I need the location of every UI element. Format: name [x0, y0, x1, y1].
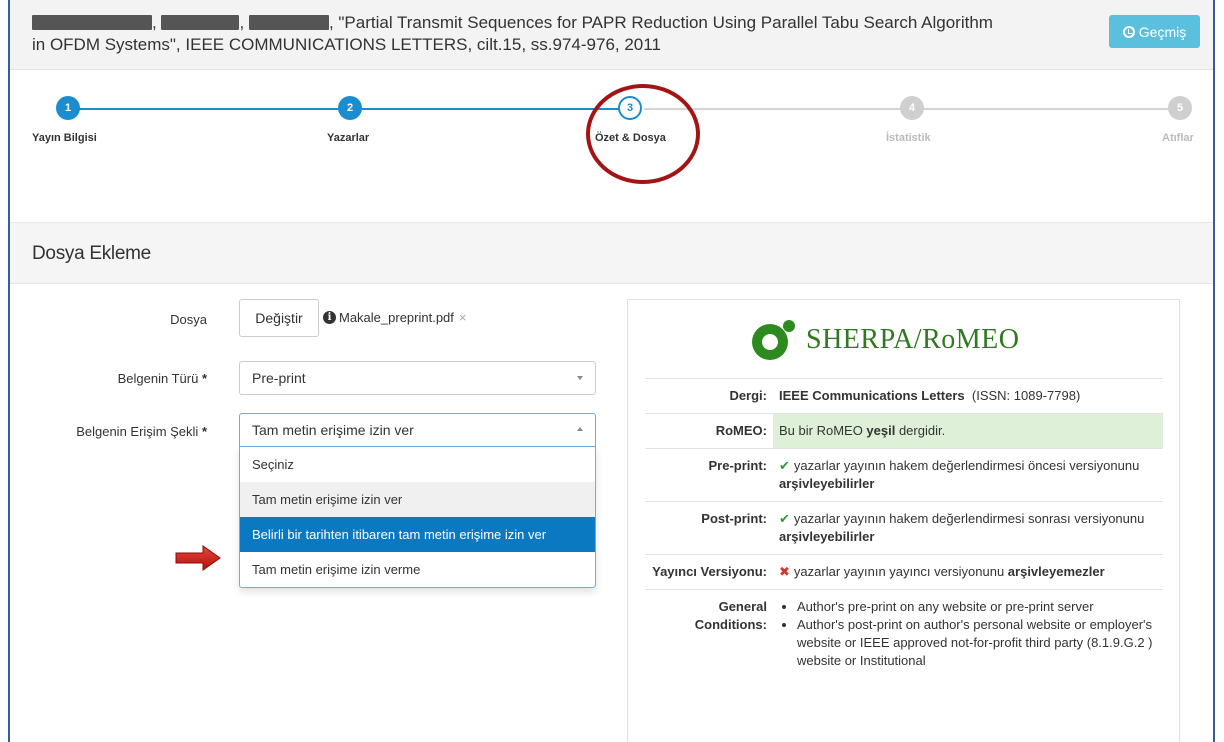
title-text-line2: in OFDM Systems", IEEE COMMUNICATIONS LE… [32, 35, 661, 54]
access-label-text: Belgenin Erişim Şekli [76, 424, 199, 439]
preprint-verdict: arşivleyebilirler [779, 476, 875, 491]
step-wizard: 1 Yayın Bilgisi 2 Yazarlar 3 Özet & Dosy… [10, 70, 1213, 222]
romeo-color: yeşil [866, 423, 896, 438]
history-button[interactable]: Geçmiş [1109, 15, 1200, 48]
romeo-text: dergidir. [895, 423, 946, 438]
row-key: Pre-print: [645, 448, 773, 502]
romeo-logo-icon [752, 320, 795, 360]
sherpa-romeo-panel: SHERPA/RoMEO Dergi: IEEE Communications … [627, 299, 1180, 742]
doc-type-value: Pre-print [252, 370, 306, 386]
row-value: ✖ yazarlar yayının yayıncı versiyonunu ar… [773, 554, 1163, 590]
table-row: Yayıncı Versiyonu: ✖ yazarlar yayının yay… [645, 554, 1163, 590]
title-separator: , [239, 13, 245, 32]
access-option[interactable]: Seçiniz [240, 447, 595, 482]
table-row: Post-print: ✔ yazarlar yayının hakem değe… [645, 501, 1163, 555]
preprint-text: yazarlar yayının hakem değerlendirmesi ö… [793, 458, 1140, 473]
step-1-circle[interactable]: 1 [56, 96, 80, 120]
history-button-label: Geçmiş [1138, 23, 1187, 40]
row-key: Dergi: [645, 378, 773, 414]
romeo-status: Bu bir RoMEO yeşil dergidir. [773, 413, 1163, 449]
table-row: Dergi: IEEE Communications Letters (ISSN… [645, 378, 1163, 414]
publication-title: , , , "Partial Transmit Sequences for PA… [32, 12, 1092, 56]
remove-file-icon[interactable]: × [459, 310, 467, 325]
step-2-circle[interactable]: 2 [338, 96, 362, 120]
row-key: General Conditions: [645, 589, 773, 678]
info-icon: i [323, 311, 336, 324]
access-option[interactable]: Tam metin erişime izin verme [240, 552, 595, 587]
access-select[interactable]: Tam metin erişime izin ver [239, 413, 596, 447]
doc-type-select[interactable]: Pre-print [239, 361, 596, 395]
postprint-text: yazarlar yayının hakem değerlendirmesi s… [793, 511, 1145, 526]
cross-icon: ✖ [779, 564, 790, 579]
doc-type-label: Belgenin Türü * [10, 371, 207, 386]
required-mark: * [201, 424, 207, 439]
redacted-author-1 [32, 15, 152, 30]
access-label: Belgenin Erişim Şekli * [10, 424, 207, 439]
publisher-verdict: arşivleyemezler [1007, 564, 1105, 579]
clock-icon [1122, 25, 1135, 38]
step-4-circle[interactable]: 4 [900, 96, 924, 120]
annotation-arrow-icon [175, 545, 221, 571]
publisher-text: yazarlar yayının yayıncı versiyonunu [793, 564, 1008, 579]
step-4-label[interactable]: İstatistik [886, 132, 931, 144]
file-label: Dosya [170, 312, 207, 327]
logo-text: SHERPA/RoMEO [806, 324, 1020, 355]
panel-title: Dosya Ekleme [32, 243, 151, 264]
file-info: i Makale_preprint.pdf × [323, 310, 467, 325]
row-value: ✔ yazarlar yayının hakem değerlendirmesi … [773, 448, 1163, 502]
access-option[interactable]: Tam metin erişime izin ver [240, 482, 595, 517]
romeo-text: Bu bir RoMEO [779, 423, 867, 438]
annotation-highlight-circle [586, 84, 700, 184]
sherpa-romeo-logo: SHERPA/RoMEO [748, 318, 1019, 362]
access-dropdown-menu: Seçiniz Tam metin erişime izin ver Belir… [239, 447, 596, 588]
table-row: General Conditions: Author's pre-print o… [645, 589, 1163, 678]
file-name[interactable]: Makale_preprint.pdf [339, 310, 454, 325]
conditions-list: Author's pre-print on any website or pre… [779, 598, 1157, 670]
doc-type-label-text: Belgenin Türü [117, 371, 199, 386]
chevron-down-icon [577, 376, 583, 380]
check-icon: ✔ [779, 511, 790, 526]
panel-heading: Dosya Ekleme [10, 222, 1213, 284]
postprint-verdict: arşivleyebilirler [779, 529, 875, 544]
chevron-up-icon [577, 427, 583, 431]
row-key: Yayıncı Versiyonu: [645, 554, 773, 590]
step-5-label[interactable]: Atıflar [1162, 132, 1194, 144]
row-value: ✔ yazarlar yayının hakem değerlendirmesi … [773, 501, 1163, 555]
page-frame: , , , "Partial Transmit Sequences for PA… [8, 0, 1215, 742]
publication-header: , , , "Partial Transmit Sequences for PA… [10, 0, 1213, 70]
table-row: RoMEO: Bu bir RoMEO yeşil dergidir. [645, 413, 1163, 449]
journal-issn: (ISSN: 1089-7798) [971, 388, 1081, 403]
row-value: Author's pre-print on any website or pre… [773, 589, 1163, 678]
list-item: Author's post-print on author's personal… [797, 616, 1157, 670]
required-mark: * [201, 371, 207, 386]
access-option-highlighted[interactable]: Belirli bir tarihten itibaren tam metin … [240, 517, 595, 552]
list-item: Author's pre-print on any website or pre… [797, 598, 1157, 616]
redacted-author-3 [248, 15, 329, 30]
romeo-info-table: Dergi: IEEE Communications Letters (ISSN… [645, 378, 1163, 678]
redacted-author-2 [161, 15, 240, 30]
title-text-line1: , "Partial Transmit Sequences for PAPR R… [328, 13, 993, 32]
row-key: Post-print: [645, 501, 773, 555]
journal-name[interactable]: IEEE Communications Letters [779, 388, 965, 403]
check-icon: ✔ [779, 458, 790, 473]
change-file-button[interactable]: Değiştir [239, 299, 319, 337]
step-2-label[interactable]: Yazarlar [327, 132, 369, 144]
title-separator: , [152, 13, 157, 32]
table-row: Pre-print: ✔ yazarlar yayının hakem değer… [645, 448, 1163, 502]
row-key: RoMEO: [645, 413, 773, 449]
row-value: IEEE Communications Letters (ISSN: 1089-… [773, 378, 1163, 414]
step-5-circle[interactable]: 5 [1168, 96, 1192, 120]
step-1-label[interactable]: Yayın Bilgisi [32, 132, 97, 144]
access-value: Tam metin erişime izin ver [252, 422, 414, 438]
